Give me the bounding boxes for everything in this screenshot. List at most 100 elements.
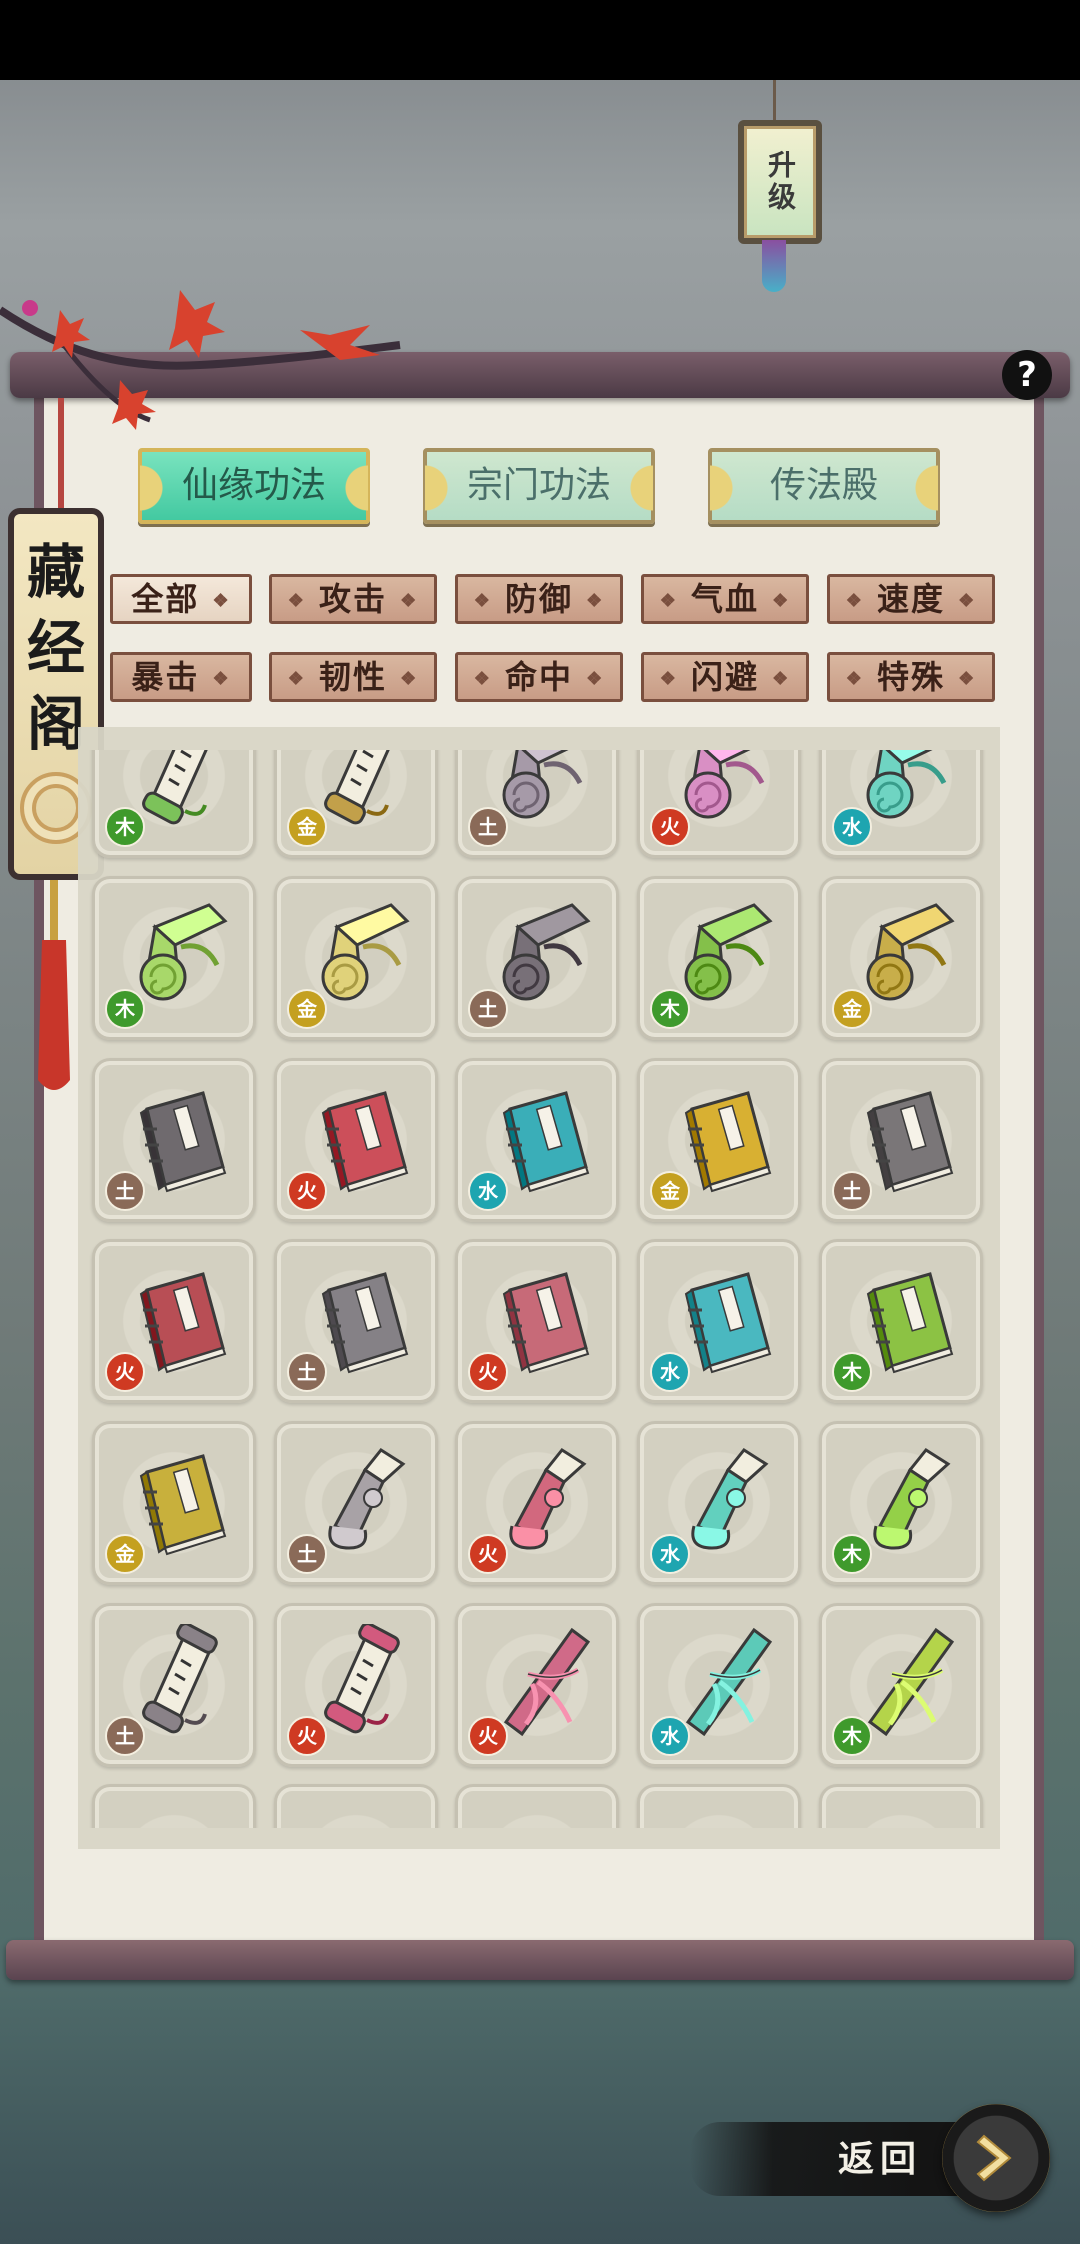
gongfa-item-slot[interactable]: 木: [819, 1603, 983, 1767]
filter-label: 防御: [491, 580, 587, 618]
filter-button[interactable]: ❖ 命中 ❖: [455, 652, 623, 702]
filter-label: 攻击: [305, 580, 401, 618]
element-badge: 金: [105, 1534, 145, 1574]
filter-label: 特殊: [863, 658, 959, 696]
element-badge: 木: [832, 1352, 872, 1392]
diamond-ornament-icon: ❖: [659, 668, 678, 690]
filter-button[interactable]: ❖ 韧性 ❖: [269, 652, 437, 702]
gongfa-item-slot[interactable]: 水: [637, 1603, 801, 1767]
diamond-ornament-icon: ❖: [212, 590, 231, 612]
tab-label: 宗门功法: [466, 465, 611, 506]
gongfa-item-slot[interactable]: 土: [92, 1058, 256, 1222]
gongfa-item-slot[interactable]: 水: [455, 1058, 619, 1222]
gongfa-item-slot[interactable]: 土: [455, 876, 619, 1040]
diamond-ornament-icon: ❖: [400, 590, 419, 612]
return-button[interactable]: [942, 2104, 1050, 2212]
element-badge: 水: [832, 807, 872, 847]
tab-label: 传法殿: [769, 465, 878, 506]
tab-label: 仙缘功法: [181, 465, 326, 506]
gongfa-item-slot[interactable]: [637, 1784, 801, 1828]
filter-button[interactable]: ❖ 闪避 ❖: [641, 652, 809, 702]
filter-label: 全部: [131, 580, 213, 618]
diamond-ornament-icon: ❖: [473, 590, 492, 612]
item-grid[interactable]: 木 金 土 火 水 木 金 土 木 金 土 火 水 金 土 火 土 火 水 木 …: [78, 750, 1000, 1828]
diamond-ornament-icon: ❖: [958, 590, 977, 612]
tab-chuanfadian[interactable]: 传法殿: [708, 448, 940, 526]
element-badge: 火: [287, 1716, 327, 1756]
gongfa-item-slot[interactable]: 火: [637, 750, 801, 858]
gongfa-item-slot[interactable]: 火: [455, 1603, 619, 1767]
gongfa-item-slot[interactable]: [274, 1784, 438, 1828]
gongfa-item-slot[interactable]: 木: [92, 750, 256, 858]
gongfa-item-slot[interactable]: [92, 1784, 256, 1828]
filter-button[interactable]: ❖ 速度 ❖: [827, 574, 995, 624]
diamond-ornament-icon: ❖: [845, 590, 864, 612]
diamond-ornament-icon: ❖: [400, 668, 419, 690]
element-badge: 火: [468, 1352, 508, 1392]
help-button[interactable]: ?: [1002, 350, 1052, 400]
gongfa-item-slot[interactable]: 木: [819, 1421, 983, 1585]
gongfa-item-slot[interactable]: 金: [274, 876, 438, 1040]
gongfa-item-slot[interactable]: 水: [637, 1421, 801, 1585]
filter-label: 暴击: [131, 658, 213, 696]
upgrade-label: 升级: [764, 150, 797, 214]
plaque-cord: [58, 398, 64, 518]
diamond-ornament-icon: ❖: [958, 668, 977, 690]
gongfa-item-slot[interactable]: 火: [92, 1239, 256, 1403]
filter-label: 命中: [491, 658, 587, 696]
gongfa-item-slot[interactable]: [455, 1784, 619, 1828]
gongfa-item-slot[interactable]: 土: [274, 1421, 438, 1585]
lantern-tassel-icon: [762, 240, 786, 292]
filter-button[interactable]: ❖ 气血 ❖: [641, 574, 809, 624]
element-badge: 水: [650, 1352, 690, 1392]
filter-button[interactable]: ❖ 攻击 ❖: [269, 574, 437, 624]
filter-button[interactable]: 全部 ❖: [110, 574, 252, 624]
diamond-ornament-icon: ❖: [287, 590, 306, 612]
gongfa-item-slot[interactable]: 木: [92, 876, 256, 1040]
gongfa-item-slot[interactable]: 水: [637, 1239, 801, 1403]
return-label[interactable]: 返回: [838, 2130, 922, 2182]
element-badge: 土: [468, 989, 508, 1029]
gongfa-item-slot[interactable]: 金: [637, 1058, 801, 1222]
gongfa-item-slot[interactable]: 火: [274, 1603, 438, 1767]
gongfa-item-slot[interactable]: 土: [819, 1058, 983, 1222]
element-badge: 木: [105, 989, 145, 1029]
gongfa-item-slot[interactable]: [819, 1784, 983, 1828]
chevron-right-icon: [976, 2134, 1012, 2182]
gongfa-item-slot[interactable]: 金: [92, 1421, 256, 1585]
gongfa-item-slot[interactable]: 火: [274, 1058, 438, 1222]
element-badge: 土: [105, 1716, 145, 1756]
element-badge: 木: [650, 989, 690, 1029]
gongfa-item-slot[interactable]: 木: [819, 1239, 983, 1403]
gongfa-item-slot[interactable]: 水: [819, 750, 983, 858]
filter-button[interactable]: 暴击 ❖: [110, 652, 252, 702]
gongfa-item-slot[interactable]: 土: [274, 1239, 438, 1403]
tab-xianyuan-gongfa[interactable]: 仙缘功法: [138, 448, 370, 526]
filter-button[interactable]: ❖ 防御 ❖: [455, 574, 623, 624]
status-bar: [0, 0, 1080, 80]
diamond-ornament-icon: ❖: [287, 668, 306, 690]
diamond-ornament-icon: ❖: [586, 590, 605, 612]
filter-label: 闪避: [677, 658, 773, 696]
gongfa-item-slot[interactable]: 土: [92, 1603, 256, 1767]
diamond-ornament-icon: ❖: [586, 668, 605, 690]
element-badge: 土: [468, 807, 508, 847]
filter-label: 速度: [863, 580, 959, 618]
gongfa-item-slot[interactable]: 火: [455, 1421, 619, 1585]
gongfa-item-slot[interactable]: 木: [637, 876, 801, 1040]
element-badge: 木: [105, 807, 145, 847]
element-badge: 金: [650, 1171, 690, 1211]
filter-button[interactable]: ❖ 特殊 ❖: [827, 652, 995, 702]
gongfa-item-slot[interactable]: 火: [455, 1239, 619, 1403]
element-badge: 土: [287, 1534, 327, 1574]
element-badge: 木: [832, 1716, 872, 1756]
diamond-ornament-icon: ❖: [212, 668, 231, 690]
diamond-ornament-icon: ❖: [659, 590, 678, 612]
gongfa-item-slot[interactable]: 土: [455, 750, 619, 858]
upgrade-lantern-button[interactable]: 升级: [738, 120, 822, 244]
element-badge: 火: [287, 1171, 327, 1211]
scroll-rod-bottom: [6, 1940, 1074, 1980]
gongfa-item-slot[interactable]: 金: [274, 750, 438, 858]
gongfa-item-slot[interactable]: 金: [819, 876, 983, 1040]
tab-zongmen-gongfa[interactable]: 宗门功法: [423, 448, 655, 526]
